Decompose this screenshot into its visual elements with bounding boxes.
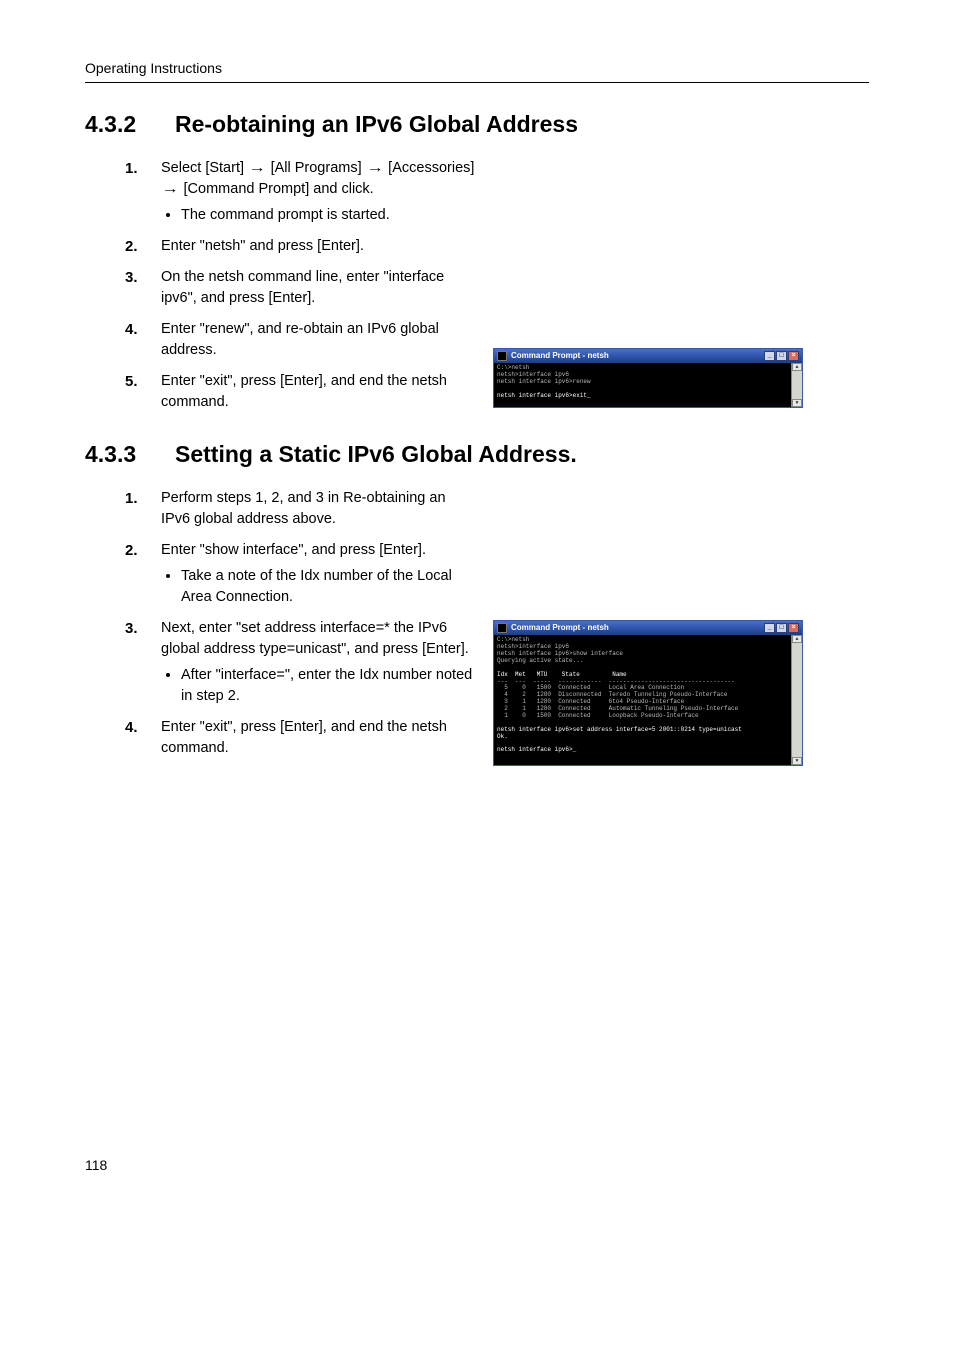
step-number: 5. [125,371,138,393]
step-number: 4. [125,717,138,739]
command-prompt-window-1: Command Prompt - netsh _ □ × C:\>netsh n… [493,348,803,408]
step-text: Enter "netsh" and press [Enter]. [161,238,364,254]
window-title: Command Prompt - netsh [511,623,609,632]
steps-list-432: 1. Select [Start] → [All Programs] → [Ac… [85,158,475,413]
step-number: 2. [125,540,138,562]
step-1: 1. Select [Start] → [All Programs] → [Ac… [125,158,475,226]
sub-bullet: Take a note of the Idx number of the Loc… [181,566,475,608]
scroll-up-icon[interactable]: ▲ [792,635,802,643]
scrollbar[interactable]: ▲ ▼ [791,635,802,765]
step-number: 2. [125,236,138,258]
steps-column: 1. Select [Start] → [All Programs] → [Ac… [85,158,475,423]
window-title: Command Prompt - netsh [511,351,609,360]
step-number: 4. [125,319,138,341]
minimize-button[interactable]: _ [764,351,775,361]
terminal-output: C:\>netsh netsh>interface ipv6 netsh int… [494,635,791,765]
section-number: 4.3.2 [85,111,175,138]
window-titlebar: Command Prompt - netsh _ □ × [494,621,802,635]
step-number: 1. [125,488,138,510]
page-number: 118 [85,1157,107,1173]
section-title: Setting a Static IPv6 Global Address. [175,441,577,467]
step-number: 3. [125,267,138,289]
close-button[interactable]: × [788,623,799,633]
window-titlebar: Command Prompt - netsh _ □ × [494,349,802,363]
step-2: 2. Enter "netsh" and press [Enter]. [125,236,475,257]
cmd-icon [497,623,507,633]
cmd-icon [497,351,507,361]
arrow-icon: → [249,158,266,179]
step-text: On the netsh command line, enter "interf… [161,269,444,306]
maximize-button[interactable]: □ [776,623,787,633]
scroll-down-icon[interactable]: ▼ [792,399,802,407]
step-text: Perform steps 1, 2, and 3 in Re-obtainin… [161,490,446,527]
step-number: 3. [125,618,138,640]
step-text: Select [Start] → [All Programs] → [Acces… [161,160,474,197]
header-divider [85,82,869,83]
screenshot-column: Command Prompt - netsh _ □ × C:\>netsh n… [493,158,803,408]
command-prompt-window-2: Command Prompt - netsh _ □ × C:\>netsh n… [493,620,803,766]
arrow-icon: → [162,179,179,200]
section-heading-432: 4.3.2Re-obtaining an IPv6 Global Address [85,111,869,138]
minimize-button[interactable]: _ [764,623,775,633]
step-4: 4. Enter "renew", and re-obtain an IPv6 … [125,319,475,361]
section-title: Re-obtaining an IPv6 Global Address [175,111,578,137]
step-4: 4. Enter "exit", press [Enter], and end … [125,717,475,759]
sub-bullet: The command prompt is started. [181,205,475,226]
step-text: Next, enter "set address interface=* the… [161,620,469,657]
step-text: Enter "exit", press [Enter], and end the… [161,373,447,410]
maximize-button[interactable]: □ [776,351,787,361]
scroll-up-icon[interactable]: ▲ [792,363,802,371]
section-432-content: 1. Select [Start] → [All Programs] → [Ac… [85,158,869,423]
section-number: 4.3.3 [85,441,175,468]
terminal-output: C:\>netsh netsh>interface ipv6 netsh int… [494,363,791,407]
step-3: 3. Next, enter "set address interface=* … [125,618,475,707]
sub-bullets: After "interface=", enter the Idx number… [161,665,475,707]
step-text: Enter "show interface", and press [Enter… [161,542,426,558]
sub-bullets: Take a note of the Idx number of the Loc… [161,566,475,608]
step-2: 2. Enter "show interface", and press [En… [125,540,475,608]
step-number: 1. [125,158,138,180]
step-text: Enter "renew", and re-obtain an IPv6 glo… [161,321,439,358]
running-header: Operating Instructions [85,60,869,76]
section-heading-433: 4.3.3Setting a Static IPv6 Global Addres… [85,441,869,468]
page: Operating Instructions 4.3.2Re-obtaining… [0,0,954,1228]
step-text: Enter "exit", press [Enter], and end the… [161,719,447,756]
arrow-icon: → [366,158,383,179]
step-5: 5. Enter "exit", press [Enter], and end … [125,371,475,413]
step-1: 1. Perform steps 1, 2, and 3 in Re-obtai… [125,488,475,530]
step-3: 3. On the netsh command line, enter "int… [125,267,475,309]
sub-bullets: The command prompt is started. [161,205,475,226]
scroll-down-icon[interactable]: ▼ [792,757,802,765]
steps-column: 1. Perform steps 1, 2, and 3 in Re-obtai… [85,488,475,769]
section-433-content: 1. Perform steps 1, 2, and 3 in Re-obtai… [85,488,869,769]
sub-bullet: After "interface=", enter the Idx number… [181,665,475,707]
scrollbar[interactable]: ▲ ▼ [791,363,802,407]
steps-list-433: 1. Perform steps 1, 2, and 3 in Re-obtai… [85,488,475,759]
close-button[interactable]: × [788,351,799,361]
screenshot-column: Command Prompt - netsh _ □ × C:\>netsh n… [493,488,803,766]
